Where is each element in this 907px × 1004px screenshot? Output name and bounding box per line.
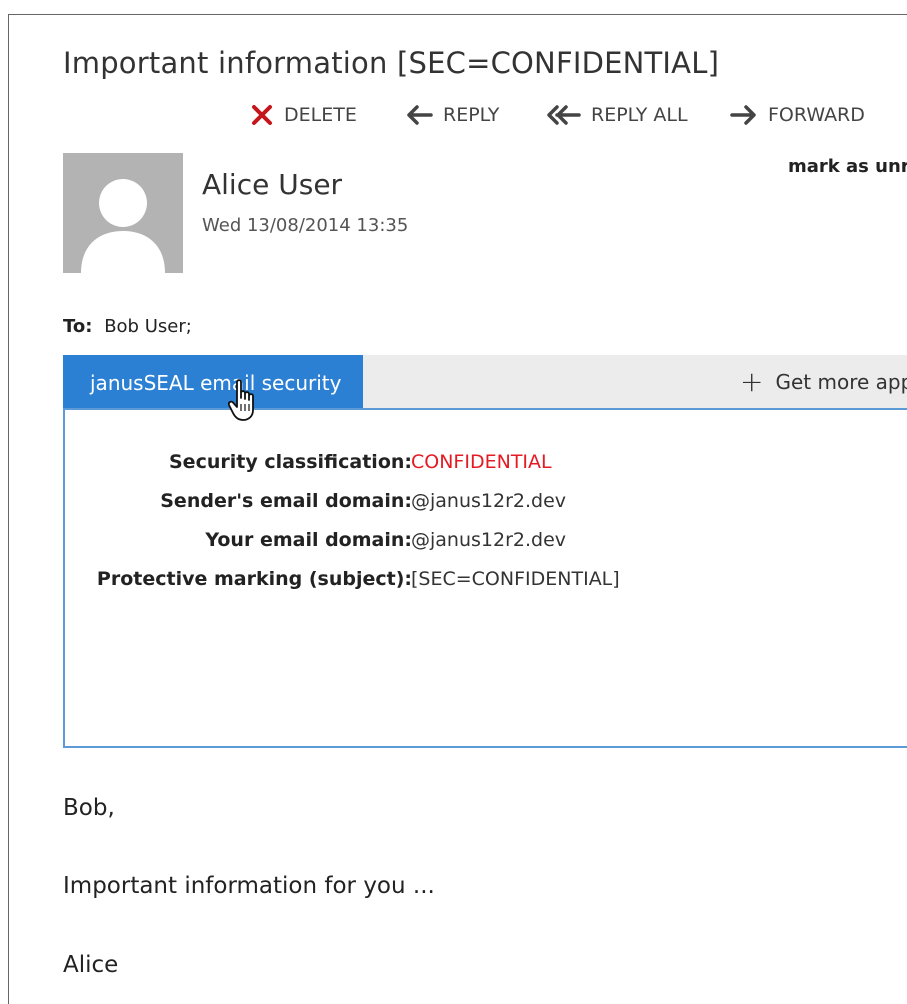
field-value-classification: CONFIDENTIAL <box>411 451 552 473</box>
field-row: Your email domain: @janus12r2.dev <box>65 525 907 555</box>
field-label: Sender's email domain: <box>160 490 412 512</box>
arrow-right-icon <box>730 105 756 125</box>
recipients-row: To: Bob User; <box>63 316 192 337</box>
email-subject: Important information [SEC=CONFIDENTIAL] <box>63 46 720 80</box>
get-more-apps-label: Get more app <box>775 369 907 394</box>
field-row: Sender's email domain: @janus12r2.dev <box>65 486 907 516</box>
forward-button[interactable]: FORWARD <box>730 100 865 130</box>
reply-all-label: REPLY ALL <box>591 104 688 126</box>
field-row: Protective marking (subject): [SEC=CONFI… <box>65 564 907 594</box>
field-label: Your email domain: <box>205 529 412 551</box>
hand-pointer-icon <box>228 379 254 421</box>
email-toolbar: DELETE REPLY REPLY ALL FORWARD <box>0 100 907 130</box>
body-greeting: Bob, <box>63 795 115 821</box>
to-label: To: <box>63 316 93 337</box>
plus-icon: + <box>740 365 764 398</box>
delete-button[interactable]: DELETE <box>250 100 357 130</box>
field-label: Security classification: <box>169 451 412 473</box>
delete-label: DELETE <box>284 104 357 126</box>
field-row: Security classification: CONFIDENTIAL <box>65 447 907 477</box>
body-line: Important information for you ... <box>63 873 435 899</box>
mark-as-unread-link[interactable]: mark as unr <box>788 156 907 177</box>
field-value: [SEC=CONFIDENTIAL] <box>411 568 620 590</box>
reply-button[interactable]: REPLY <box>405 100 499 130</box>
addin-panel: Security classification: CONFIDENTIAL Se… <box>63 408 907 748</box>
sender-avatar <box>63 153 183 273</box>
field-label: Protective marking (subject): <box>96 568 412 590</box>
forward-label: FORWARD <box>768 104 865 126</box>
sender-name: Alice User <box>202 168 343 201</box>
person-placeholder-icon <box>81 179 165 273</box>
body-signoff: Alice <box>63 952 119 978</box>
x-icon <box>252 105 272 125</box>
addin-tab-janusseal[interactable]: janusSEAL email security <box>63 355 363 410</box>
reply-all-button[interactable]: REPLY ALL <box>545 100 688 130</box>
field-value: @janus12r2.dev <box>411 490 567 512</box>
to-value: Bob User; <box>104 316 192 337</box>
get-more-apps-link[interactable]: + Get more app <box>740 355 907 408</box>
double-arrow-left-icon <box>547 105 581 125</box>
reply-label: REPLY <box>443 104 500 126</box>
arrow-left-icon <box>407 105 433 125</box>
sent-date: Wed 13/08/2014 13:35 <box>202 215 409 236</box>
field-value: @janus12r2.dev <box>411 529 567 551</box>
